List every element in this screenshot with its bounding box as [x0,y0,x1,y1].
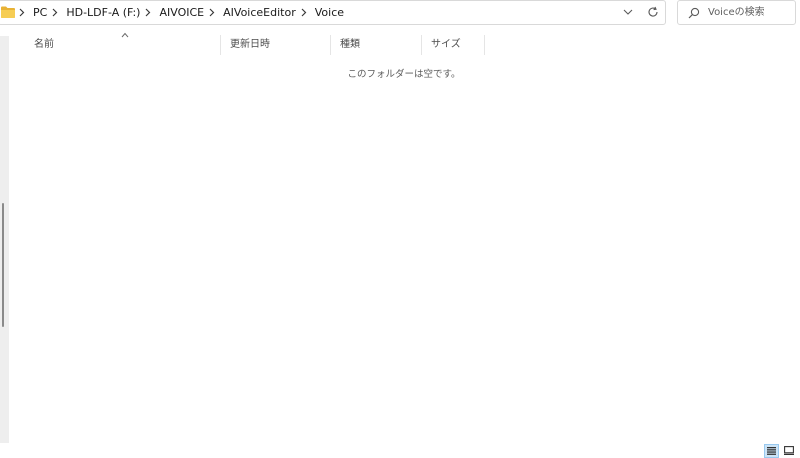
breadcrumb-item-drive[interactable]: HD-LDF-A (F:) [66,6,140,19]
column-header-type[interactable]: 種類 [331,35,422,55]
details-view-button[interactable] [764,444,779,458]
details-view-icon [767,447,776,455]
address-bar[interactable]: PC HD-LDF-A (F:) AIVOICE AIVoiceEditor V… [0,0,666,25]
column-headers: 名前 更新日時 種類 サイズ [25,35,485,55]
navigation-pane [0,36,9,443]
chevron-right-icon[interactable] [301,8,307,17]
chevron-right-icon[interactable] [52,8,58,17]
refresh-icon[interactable] [647,6,659,18]
folder-icon [1,6,15,18]
breadcrumb-item-pc[interactable]: PC [33,6,47,19]
chevron-down-icon[interactable] [623,7,633,17]
empty-folder-message: このフォルダーは空です。 [347,69,461,80]
search-input[interactable] [708,4,793,21]
breadcrumb-item-voice[interactable]: Voice [315,6,344,19]
column-header-date-modified[interactable]: 更新日時 [221,35,331,55]
scrollbar-thumb[interactable] [2,203,4,327]
large-icons-view-button[interactable] [782,444,797,458]
chevron-right-icon[interactable] [145,8,151,17]
breadcrumb-item-aivoice[interactable]: AIVOICE [159,6,204,19]
search-icon [688,7,700,19]
chevron-right-icon[interactable] [209,8,215,17]
chevron-right-icon[interactable] [19,8,25,17]
column-header-name[interactable]: 名前 [25,35,221,55]
large-icons-view-icon [784,446,794,455]
column-header-size[interactable]: サイズ [422,35,485,55]
search-box[interactable] [677,0,796,25]
breadcrumb: PC HD-LDF-A (F:) AIVOICE AIVoiceEditor V… [19,1,344,24]
breadcrumb-item-aivoiceeditor[interactable]: AIVoiceEditor [223,6,296,19]
